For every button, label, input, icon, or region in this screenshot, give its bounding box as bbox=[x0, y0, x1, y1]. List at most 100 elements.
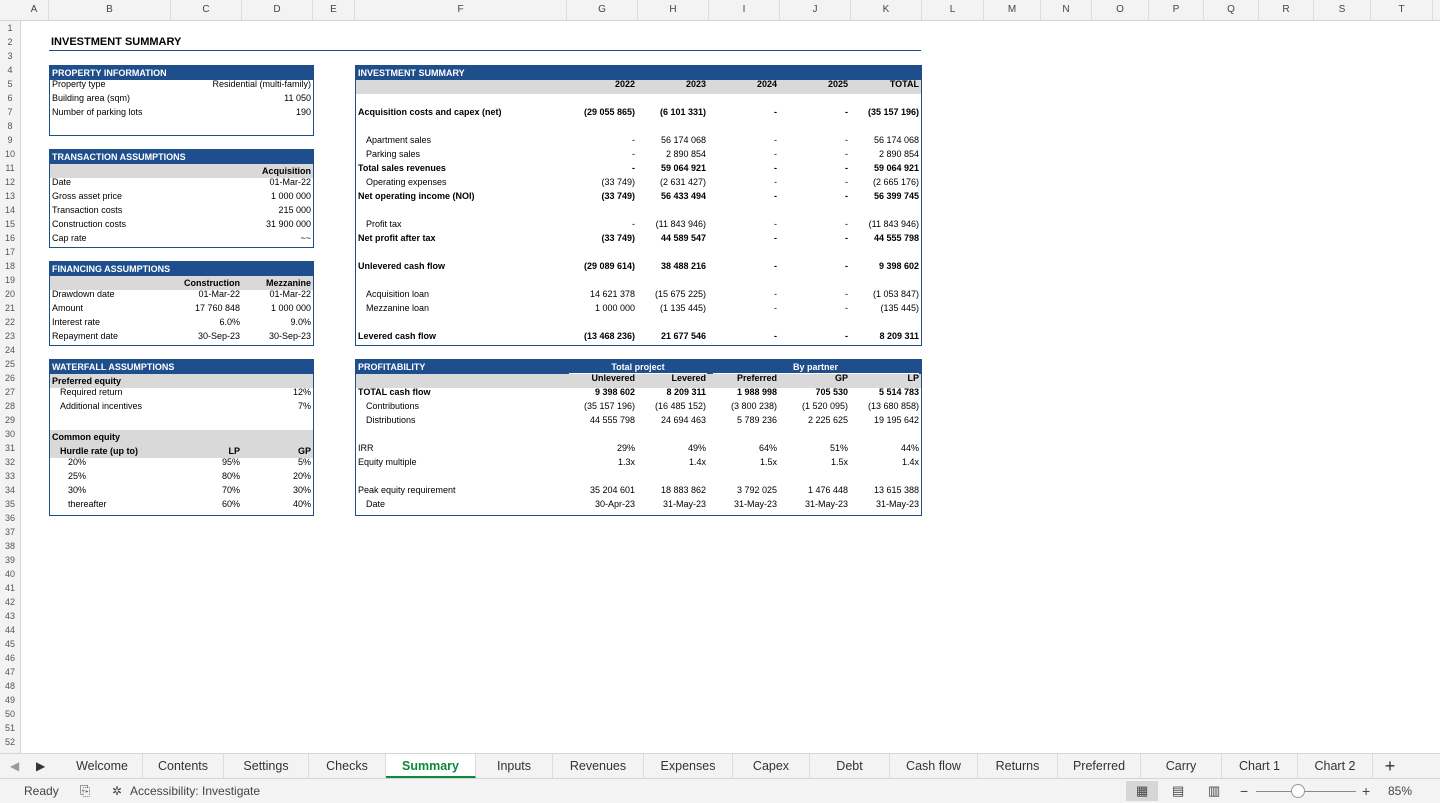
tab-inputs[interactable]: Inputs bbox=[476, 754, 553, 778]
row-header-48[interactable]: 48 bbox=[0, 679, 20, 693]
row-header-47[interactable]: 47 bbox=[0, 665, 20, 679]
profitability-cell[interactable]: 18 883 862 bbox=[638, 483, 706, 497]
transaction-value[interactable]: 215 000 bbox=[221, 203, 311, 217]
row-header-39[interactable]: 39 bbox=[0, 553, 20, 567]
summary-cell[interactable]: - bbox=[709, 175, 777, 189]
summary-cell[interactable]: - bbox=[780, 231, 848, 245]
summary-cell[interactable]: (2 631 427) bbox=[638, 175, 706, 189]
summary-cell[interactable]: 59 064 921 bbox=[851, 161, 919, 175]
scroll-left-icon[interactable]: ◀ bbox=[10, 759, 19, 773]
row-header-6[interactable]: 6 bbox=[0, 91, 20, 105]
tab-returns[interactable]: Returns bbox=[978, 754, 1058, 778]
summary-cell[interactable]: 14 621 378 bbox=[567, 287, 635, 301]
tab-carry[interactable]: Carry bbox=[1141, 754, 1222, 778]
summary-cell[interactable]: - bbox=[567, 217, 635, 231]
zoom-slider-track[interactable] bbox=[1256, 791, 1356, 792]
summary-cell[interactable]: - bbox=[709, 287, 777, 301]
summary-cell[interactable]: (13 468 236) bbox=[567, 329, 635, 343]
hurdle-lp[interactable]: 70% bbox=[171, 483, 240, 497]
summary-cell[interactable]: 2 890 854 bbox=[638, 147, 706, 161]
financing-mezzanine-value[interactable]: 9.0% bbox=[241, 315, 311, 329]
row-header-36[interactable]: 36 bbox=[0, 511, 20, 525]
profitability-cell[interactable]: 5 789 236 bbox=[709, 413, 777, 427]
tab-capex[interactable]: Capex bbox=[733, 754, 810, 778]
profitability-cell[interactable]: (35 157 196) bbox=[567, 399, 635, 413]
profitability-cell[interactable]: 9 398 602 bbox=[567, 385, 635, 399]
financing-mezzanine-value[interactable]: 1 000 000 bbox=[241, 301, 311, 315]
profitability-cell[interactable]: 1.5x bbox=[780, 455, 848, 469]
profitability-cell[interactable]: 64% bbox=[709, 441, 777, 455]
row-header-18[interactable]: 18 bbox=[0, 259, 20, 273]
property-value[interactable]: 11 050 bbox=[171, 91, 311, 105]
tab-expenses[interactable]: Expenses bbox=[644, 754, 733, 778]
summary-cell[interactable]: - bbox=[567, 133, 635, 147]
summary-cell[interactable]: (33 749) bbox=[567, 231, 635, 245]
summary-cell[interactable]: - bbox=[709, 259, 777, 273]
summary-cell[interactable]: - bbox=[780, 189, 848, 203]
summary-cell[interactable]: (2 665 176) bbox=[851, 175, 919, 189]
scroll-right-icon[interactable]: ▶ bbox=[36, 759, 45, 773]
column-header-c[interactable]: C bbox=[171, 0, 242, 20]
summary-cell[interactable]: - bbox=[709, 161, 777, 175]
tab-revenues[interactable]: Revenues bbox=[553, 754, 644, 778]
financing-construction-value[interactable]: 30-Sep-23 bbox=[151, 329, 240, 343]
tab-cash-flow[interactable]: Cash flow bbox=[890, 754, 978, 778]
preferred-value[interactable]: 7% bbox=[241, 399, 311, 413]
row-header-52[interactable]: 52 bbox=[0, 735, 20, 749]
column-header-q[interactable]: Q bbox=[1204, 0, 1259, 20]
row-header-19[interactable]: 19 bbox=[0, 273, 20, 287]
summary-cell[interactable]: - bbox=[709, 133, 777, 147]
row-header-1[interactable]: 1 bbox=[0, 21, 20, 35]
row-header-32[interactable]: 32 bbox=[0, 455, 20, 469]
profitability-cell[interactable]: 24 694 463 bbox=[638, 413, 706, 427]
row-header-27[interactable]: 27 bbox=[0, 385, 20, 399]
row-header-45[interactable]: 45 bbox=[0, 637, 20, 651]
row-header-40[interactable]: 40 bbox=[0, 567, 20, 581]
column-header-p[interactable]: P bbox=[1149, 0, 1204, 20]
profitability-cell[interactable]: 705 530 bbox=[780, 385, 848, 399]
column-header-s[interactable]: S bbox=[1314, 0, 1371, 20]
hurdle-rate[interactable]: thereafter bbox=[68, 497, 107, 511]
row-header-34[interactable]: 34 bbox=[0, 483, 20, 497]
sheet-grid[interactable]: INVESTMENT SUMMARY PROPERTY INFORMATION … bbox=[21, 21, 1440, 753]
profitability-cell[interactable]: 1.4x bbox=[638, 455, 706, 469]
column-header-m[interactable]: M bbox=[984, 0, 1041, 20]
summary-cell[interactable]: 38 488 216 bbox=[638, 259, 706, 273]
accessibility-status[interactable]: Accessibility: Investigate bbox=[130, 779, 260, 803]
column-header-r[interactable]: R bbox=[1259, 0, 1314, 20]
profitability-cell[interactable]: 31-May-23 bbox=[709, 497, 777, 511]
column-header-a[interactable]: A bbox=[20, 0, 49, 20]
summary-cell[interactable]: 9 398 602 bbox=[851, 259, 919, 273]
summary-cell[interactable]: - bbox=[567, 147, 635, 161]
summary-cell[interactable]: (33 749) bbox=[567, 175, 635, 189]
summary-cell[interactable]: - bbox=[780, 105, 848, 119]
row-header-10[interactable]: 10 bbox=[0, 147, 20, 161]
financing-mezzanine-value[interactable]: 30-Sep-23 bbox=[241, 329, 311, 343]
profitability-cell[interactable]: 49% bbox=[638, 441, 706, 455]
profitability-cell[interactable]: 1.3x bbox=[567, 455, 635, 469]
summary-cell[interactable]: 59 064 921 bbox=[638, 161, 706, 175]
row-header-20[interactable]: 20 bbox=[0, 287, 20, 301]
financing-construction-value[interactable]: 17 760 848 bbox=[151, 301, 240, 315]
summary-cell[interactable]: - bbox=[709, 147, 777, 161]
profitability-cell[interactable]: 19 195 642 bbox=[851, 413, 919, 427]
hurdle-gp[interactable]: 5% bbox=[241, 455, 311, 469]
tab-summary[interactable]: Summary bbox=[386, 754, 476, 778]
preferred-value[interactable]: 12% bbox=[241, 385, 311, 399]
transaction-value[interactable]: 01-Mar-22 bbox=[221, 175, 311, 189]
profitability-cell[interactable]: 1.4x bbox=[851, 455, 919, 469]
row-header-13[interactable]: 13 bbox=[0, 189, 20, 203]
summary-cell[interactable]: - bbox=[709, 217, 777, 231]
summary-cell[interactable]: - bbox=[780, 217, 848, 231]
summary-cell[interactable]: 1 000 000 bbox=[567, 301, 635, 315]
row-header-16[interactable]: 16 bbox=[0, 231, 20, 245]
profitability-cell[interactable]: 5 514 783 bbox=[851, 385, 919, 399]
row-header-2[interactable]: 2 bbox=[0, 35, 20, 49]
transaction-value[interactable]: 31 900 000 bbox=[221, 217, 311, 231]
profitability-cell[interactable]: 31-May-23 bbox=[780, 497, 848, 511]
row-header-50[interactable]: 50 bbox=[0, 707, 20, 721]
row-header-12[interactable]: 12 bbox=[0, 175, 20, 189]
tab-debt[interactable]: Debt bbox=[810, 754, 890, 778]
row-header-25[interactable]: 25 bbox=[0, 357, 20, 371]
row-header-7[interactable]: 7 bbox=[0, 105, 20, 119]
